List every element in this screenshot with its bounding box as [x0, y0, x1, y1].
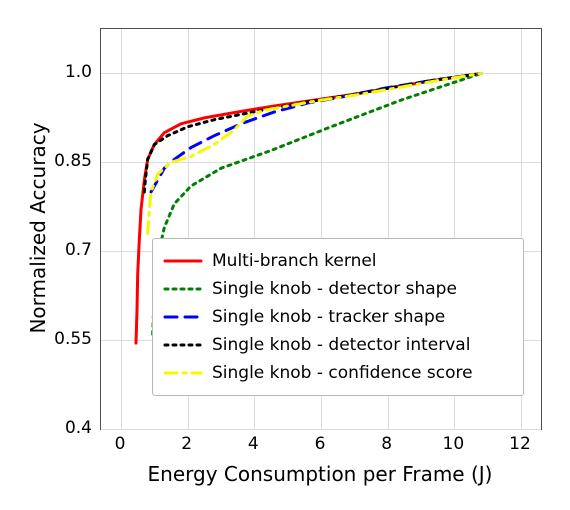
legend-row: Single knob - tracker shape [163, 303, 513, 331]
legend-swatch-icon [163, 307, 203, 327]
x-tick-label: 10 [443, 434, 465, 454]
legend-swatch-icon [163, 279, 203, 299]
x-tick-label: 12 [509, 434, 531, 454]
chart-figure: Normalized Accuracy Energy Consumption p… [0, 0, 570, 510]
y-axis-label: Normalized Accuracy [26, 28, 50, 428]
y-tick-label: 0.55 [54, 329, 92, 349]
legend-label: Single knob - detector interval [212, 335, 470, 355]
legend-row: Single knob - detector shape [163, 275, 513, 303]
x-tick-label: 8 [381, 434, 392, 454]
series-line [148, 73, 481, 233]
legend: Multi-branch kernel Single knob - detecto… [152, 238, 524, 396]
legend-label: Single knob - detector shape [212, 279, 457, 299]
x-tick-label: 0 [115, 434, 126, 454]
x-tick-label: 6 [315, 434, 326, 454]
legend-label: Single knob - confidence score [212, 363, 473, 383]
legend-row: Multi-branch kernel [163, 247, 513, 275]
legend-label: Single knob - tracker shape [212, 307, 445, 327]
x-axis-label: Energy Consumption per Frame (J) [100, 462, 540, 486]
legend-row: Single knob - confidence score [163, 359, 513, 387]
y-tick-label: 0.85 [54, 151, 92, 171]
y-tick-label: 0.4 [65, 418, 92, 438]
x-tick-label: 2 [181, 434, 192, 454]
legend-row: Single knob - detector interval [163, 331, 513, 359]
y-tick-label: 1.0 [65, 62, 92, 82]
legend-swatch-icon [163, 335, 203, 355]
x-tick-label: 4 [248, 434, 259, 454]
y-tick-label: 0.7 [65, 240, 92, 260]
grid-line-h [101, 429, 541, 430]
legend-label: Multi-branch kernel [212, 251, 377, 271]
legend-swatch-icon [163, 251, 203, 271]
legend-swatch-icon [163, 363, 203, 383]
